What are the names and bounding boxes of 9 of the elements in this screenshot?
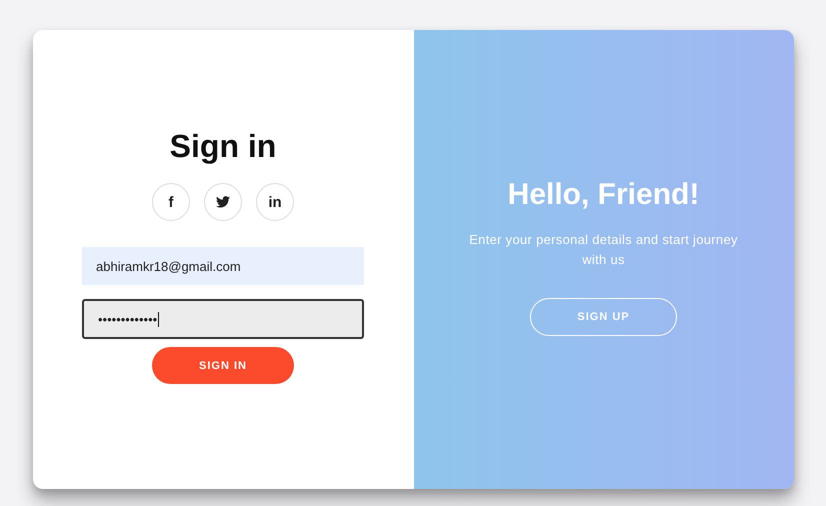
bird-icon (216, 196, 230, 208)
social-button[interactable] (204, 183, 242, 221)
overlay-title: Hello, Friend! (508, 178, 700, 212)
social-button[interactable]: in (256, 183, 294, 221)
social-button[interactable]: f (152, 183, 190, 221)
sign-in-title: Sign in (170, 128, 276, 165)
overlay-text: Enter your personal details and start journey with us (468, 231, 739, 269)
input-field[interactable]: abhiramkr18@gmail.com (82, 247, 364, 285)
input-field[interactable]: ••••••••••••• (82, 299, 364, 339)
